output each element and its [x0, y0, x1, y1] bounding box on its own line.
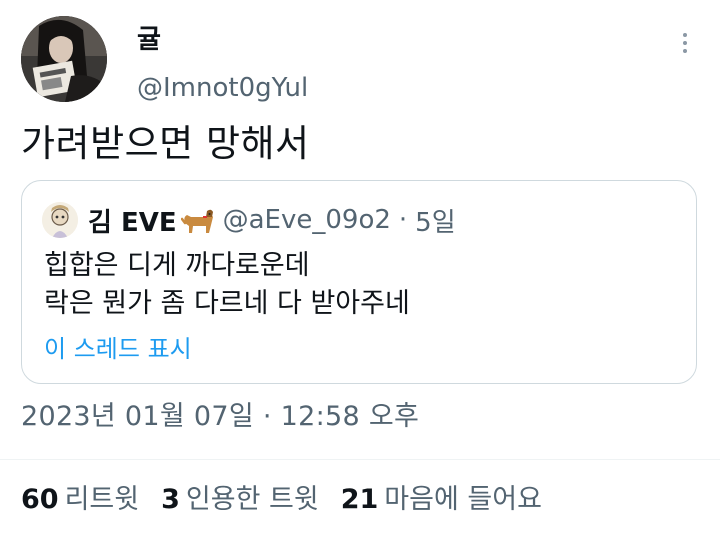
- tweet-text: 가려받으면 망해서: [21, 122, 310, 165]
- quotes-count: 3: [161, 483, 180, 515]
- likes-label: 마음에 들어요: [384, 483, 542, 515]
- author-avatar[interactable]: [21, 16, 107, 102]
- likes-stat[interactable]: 21 마음에 들어요: [341, 477, 542, 516]
- avatar-photo: [21, 16, 107, 102]
- engagement-stats: 60 리트윗 3 인용한 트윗 21 마음에 들어요: [21, 476, 564, 516]
- retweets-count: 60: [21, 483, 59, 515]
- quoted-author-name[interactable]: 김 EVE: [88, 202, 177, 239]
- quoted-author-handle[interactable]: @aEve_09o2: [223, 205, 391, 235]
- more-options-button[interactable]: [670, 26, 700, 60]
- likes-count: 21: [340, 483, 379, 515]
- more-dots-icon: [683, 33, 687, 37]
- dog-emoji-icon: [180, 205, 215, 235]
- quoted-tweet-text: 힙합은 디게 까다로운데 락은 뭔가 좀 다르네 다 받아주네: [44, 247, 410, 323]
- quotes-label: 인용한 트윗: [185, 483, 319, 515]
- tweet-timestamp[interactable]: 2023년 01월 07일 · 12:58 오후: [21, 398, 419, 436]
- show-thread-link[interactable]: 이 스레드 표시: [44, 333, 192, 365]
- quoted-author-avatar[interactable]: [42, 202, 78, 238]
- quoted-line: 힙합은 디게 까다로운데: [44, 250, 310, 281]
- quoted-tweet-header: 김 EVE @aEve_09o2 · 5일: [42, 201, 456, 239]
- retweets-stat[interactable]: 60 리트윗: [21, 477, 139, 516]
- quotes-stat[interactable]: 3 인용한 트윗: [161, 477, 319, 516]
- author-display-name[interactable]: 귤: [137, 22, 161, 58]
- retweets-label: 리트윗: [64, 483, 140, 515]
- separator-dot: ·: [398, 205, 408, 235]
- quoted-tweet-card[interactable]: 김 EVE @aEve_09o2 · 5일 힙합은 디게 까다로운데 락은 뭔가…: [21, 180, 697, 384]
- quoted-time[interactable]: 5일: [415, 202, 455, 239]
- author-handle[interactable]: @Imnot0gYul: [137, 70, 308, 106]
- divider: [0, 459, 720, 460]
- quoted-line: 락은 뭔가 좀 다르네 다 받아주네: [44, 288, 410, 319]
